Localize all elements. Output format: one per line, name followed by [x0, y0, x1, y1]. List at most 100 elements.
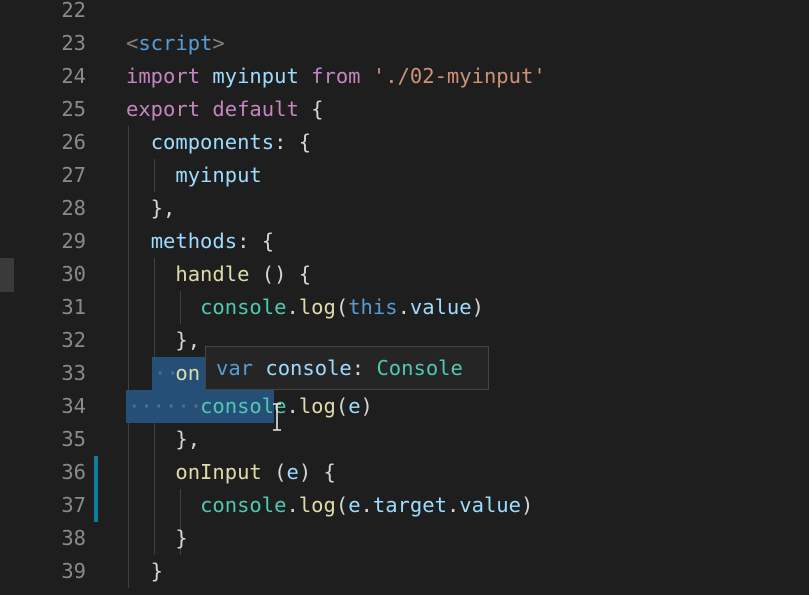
code-line[interactable]: 39 } [0, 555, 809, 588]
code-line[interactable]: 38 } [0, 522, 809, 555]
code-line[interactable]: 27 myinput [0, 159, 809, 192]
line-number: 22 [61, 0, 86, 22]
line-number: 29 [61, 229, 86, 253]
code-token: handle [175, 262, 250, 286]
code-token: console [200, 493, 287, 517]
code-text: export default { [126, 93, 324, 126]
line-number: 35 [61, 427, 86, 451]
code-line[interactable]: 28 }, [0, 192, 809, 225]
code-line[interactable]: 24 import myinput from './02-myinput' [0, 60, 809, 93]
code-token: > [212, 31, 225, 55]
code-token: export [126, 97, 201, 121]
code-token: from [311, 64, 361, 88]
code-token: myinput [175, 163, 262, 187]
line-number: 27 [61, 163, 86, 187]
hover-tooltip: var console: Console [205, 346, 489, 390]
code-line[interactable]: 31 console.log(this.value) [0, 291, 809, 324]
code-token: . [446, 493, 460, 517]
code-line[interactable]: 22 [0, 0, 809, 27]
hover-identifier: console [265, 356, 352, 380]
code-token: }, [126, 196, 176, 220]
code-token: ) [360, 394, 373, 418]
code-token: import [126, 64, 201, 88]
line-number: 36 [61, 460, 86, 484]
code-text: components: { [126, 126, 311, 159]
code-line[interactable]: 29 methods: { [0, 225, 809, 258]
code-token: value [409, 295, 472, 319]
code-token: on [175, 361, 201, 385]
code-token: ( [335, 295, 349, 319]
code-token: ( [335, 394, 349, 418]
code-text: }, [126, 324, 200, 357]
code-token: target [372, 493, 447, 517]
line-number: 37 [61, 493, 86, 517]
modified-line-marker [94, 456, 98, 489]
code-text: <script> [126, 27, 225, 60]
code-text: } [126, 522, 187, 555]
code-token: }, [126, 328, 201, 352]
code-token: . [397, 295, 410, 319]
code-token: e [286, 460, 299, 484]
code-token: ( [335, 493, 349, 517]
code-text: onInput (e) { [126, 456, 335, 489]
code-token: './02-myinput' [372, 64, 546, 88]
code-token: log [298, 394, 336, 418]
code-token: log [298, 295, 336, 319]
code-line[interactable]: 37 console.log(e.target.value) [0, 489, 809, 522]
code-token: : { [237, 229, 275, 253]
code-token: . [360, 493, 373, 517]
code-token: value [459, 493, 521, 517]
line-number: 23 [61, 31, 86, 55]
code-line[interactable]: 25 export default { [0, 93, 809, 126]
code-line[interactable]: 30 handle () { [0, 258, 809, 291]
code-token: e [348, 394, 361, 418]
code-token: ) [471, 295, 484, 319]
code-editor[interactable]: 22 23 <script> 24 import myinput from './02-… [0, 0, 809, 595]
code-token: . [286, 295, 299, 319]
line-number: 34 [61, 394, 86, 418]
code-text: console.log(e.target.value) [126, 489, 533, 522]
line-number: 25 [61, 97, 86, 121]
line-number: 30 [61, 262, 86, 286]
code-text: } [126, 555, 163, 588]
code-line[interactable]: 23 <script> [0, 27, 809, 60]
code-text: console.log(e) [126, 390, 373, 423]
code-token: components [150, 130, 275, 154]
code-token: default [212, 97, 299, 121]
code-text: console.log(this.value) [126, 291, 484, 324]
code-token: e [348, 493, 361, 517]
code-token: : { [274, 130, 312, 154]
text-cursor-icon [273, 403, 281, 431]
code-token: ) [521, 493, 534, 517]
code-line[interactable]: 36 onInput (e) { [0, 456, 809, 489]
code-text: methods: { [126, 225, 274, 258]
modified-line-marker [94, 489, 98, 522]
code-token: console [200, 295, 287, 319]
code-line[interactable]: ······ 34 console.log(e) [0, 390, 809, 423]
code-token: { [298, 97, 324, 121]
code-token: methods [150, 229, 238, 253]
line-number: 33 [61, 361, 86, 385]
code-token: script [138, 31, 213, 55]
hover-type: Console [376, 356, 463, 380]
code-text: }, [126, 423, 200, 456]
code-token: }, [126, 427, 201, 451]
code-line[interactable]: 35 }, [0, 423, 809, 456]
code-text: on [126, 357, 200, 390]
line-number: 31 [61, 295, 86, 319]
code-line[interactable]: 26 components: { [0, 126, 809, 159]
code-token: . [286, 394, 299, 418]
code-token: () { [249, 262, 312, 286]
code-token: log [298, 493, 336, 517]
code-token: this [348, 295, 398, 319]
